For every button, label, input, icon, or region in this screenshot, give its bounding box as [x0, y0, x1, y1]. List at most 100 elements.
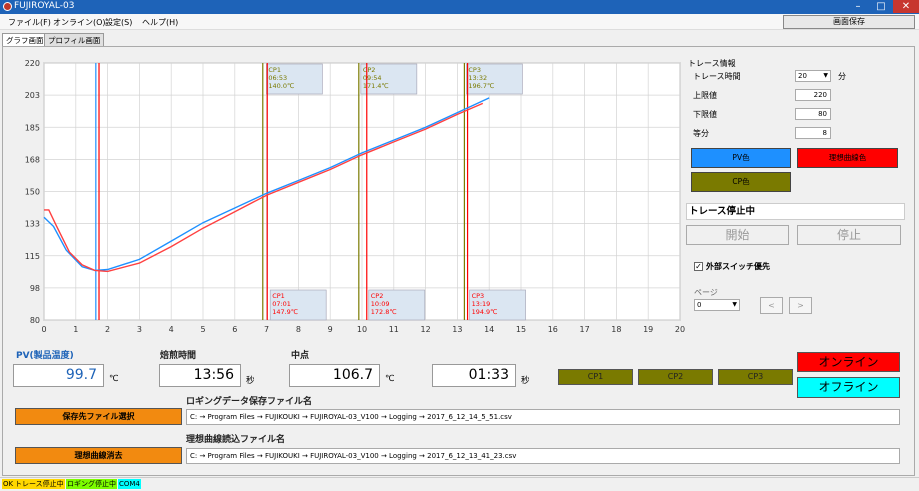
start-button[interactable]: 開始: [686, 225, 789, 245]
pv-value: 99.7: [13, 364, 104, 387]
prev-page-button[interactable]: <: [760, 297, 783, 314]
x-tick-label: 8: [296, 325, 301, 334]
ideal-curve-color-button[interactable]: 理想曲線色: [797, 148, 898, 168]
lower-limit-label: 下限値: [693, 110, 717, 119]
x-tick-label: 4: [169, 325, 174, 334]
upper-limit-label: 上限値: [693, 91, 717, 100]
cp-annotation-text: 07:01: [272, 300, 291, 308]
save-screen-button[interactable]: 画面保存: [783, 15, 915, 29]
x-tick-label: 15: [516, 325, 526, 334]
midpoint-unit: ℃: [385, 374, 395, 384]
menu-file[interactable]: ファイル(F): [8, 17, 51, 28]
trace-time-label: トレース時間: [693, 72, 741, 81]
divisions-input[interactable]: 8: [795, 127, 831, 139]
log-file-label: ロギングデータ保存ファイル名: [186, 397, 313, 407]
clear-ideal-curve-button[interactable]: 理想曲線消去: [15, 447, 182, 464]
ideal-file-path: C: → Program Files → FUJIKOUKI → FUJIROY…: [186, 448, 900, 464]
x-tick-label: 10: [357, 325, 367, 334]
trace-info-header: トレース情報: [688, 59, 736, 68]
x-tick-label: 16: [548, 325, 558, 334]
roast-time-value: 13:56: [159, 364, 241, 387]
trace-time-unit: 分: [838, 72, 846, 81]
y-tick-label: 220: [25, 59, 40, 68]
x-tick-label: 19: [643, 325, 653, 334]
cp-annotation-text: 147.9℃: [272, 308, 298, 316]
x-tick-label: 3: [137, 325, 142, 334]
y-tick-label: 150: [25, 188, 40, 197]
cp-annotation-text: 172.8℃: [371, 308, 397, 316]
page-value: 0: [697, 301, 702, 309]
menu-bar: [0, 14, 919, 30]
ext-switch-checkbox[interactable]: ✓: [694, 262, 703, 271]
stop-button[interactable]: 停止: [797, 225, 901, 245]
maximize-button[interactable]: □: [870, 0, 892, 13]
midpoint-time-value: 01:33: [432, 364, 516, 387]
close-button[interactable]: ✕: [893, 0, 919, 13]
cp-annotation-text: 194.9℃: [472, 308, 498, 316]
roast-time-label: 焙煎時間: [160, 351, 197, 361]
pv-color-button[interactable]: PV色: [691, 148, 791, 168]
upper-limit-input[interactable]: 220: [795, 89, 831, 101]
midpoint-time-unit: 秒: [521, 376, 530, 386]
x-tick-label: 6: [232, 325, 237, 334]
cp1-button[interactable]: CP1: [558, 369, 633, 385]
x-tick-label: 5: [200, 325, 205, 334]
menu-help[interactable]: ヘルプ(H): [142, 17, 178, 28]
pv-label: PV(製品温度): [16, 351, 74, 361]
offline-button[interactable]: オフライン: [797, 377, 900, 398]
log-file-path: C: → Program Files → FUJIKOUKI → FUJIROY…: [186, 409, 900, 425]
x-tick-label: 18: [611, 325, 621, 334]
menu-online[interactable]: オンライン(O): [53, 17, 106, 28]
status-ok: OK: [2, 479, 15, 489]
pv-unit: ℃: [109, 374, 119, 384]
online-button[interactable]: オンライン: [797, 352, 900, 372]
trace-status: トレース停止中: [686, 203, 905, 220]
y-tick-label: 185: [25, 123, 40, 132]
x-tick-label: 11: [389, 325, 399, 334]
roast-time-unit: 秒: [246, 376, 255, 386]
chevron-down-icon: ▼: [732, 301, 737, 308]
cp-annotation-text: 13:32: [468, 74, 487, 82]
cp-color-button[interactable]: CP色: [691, 172, 791, 192]
y-tick-label: 203: [25, 91, 40, 100]
cp-annotation-text: CP2: [363, 66, 376, 74]
title-bar: FUJIROYAL-03 – □ ✕: [0, 0, 919, 14]
y-tick-label: 98: [30, 284, 40, 293]
y-tick-label: 115: [25, 252, 40, 261]
tab-profile[interactable]: プロフィル画面: [44, 33, 105, 46]
cp3-button[interactable]: CP3: [718, 369, 793, 385]
x-tick-label: 13: [452, 325, 462, 334]
x-tick-label: 0: [41, 325, 46, 334]
x-tick-label: 2: [105, 325, 110, 334]
cp-annotation-text: 140.0℃: [268, 82, 294, 90]
cp-annotation-text: 10:09: [371, 300, 390, 308]
lower-limit-input[interactable]: 80: [795, 108, 831, 120]
cp-annotation-text: 13:19: [472, 300, 491, 308]
page-select[interactable]: 0 ▼: [694, 299, 740, 311]
y-tick-label: 168: [25, 155, 40, 164]
ext-switch-label: 外部スイッチ優先: [706, 262, 770, 271]
tab-graph[interactable]: グラフ画面: [2, 33, 48, 46]
temperature-chart: 0 1 2 3 4 5 6 7 8 9 10 11 12 13 14 15 16 17 18 19 2022020318…: [25, 59, 685, 334]
next-page-button[interactable]: >: [789, 297, 812, 314]
cp-annotation-text: CP2: [371, 292, 384, 300]
x-tick-label: 1: [73, 325, 78, 334]
cp-annotation-text: 09:54: [363, 74, 382, 82]
midpoint-label: 中点: [291, 351, 310, 361]
app-icon: [3, 2, 12, 11]
cp-annotation-text: 06:53: [268, 74, 287, 82]
x-tick-label: 12: [421, 325, 431, 334]
cp-annotation-text: 196.7℃: [468, 82, 494, 90]
menu-settings[interactable]: 設定(S): [105, 17, 132, 28]
minimize-button[interactable]: –: [847, 0, 869, 13]
x-tick-label: 17: [580, 325, 590, 334]
page-label: ページ: [694, 288, 718, 297]
cp-annotation-text: CP1: [272, 292, 285, 300]
status-trace: トレース停止中: [14, 479, 65, 489]
save-file-select-button[interactable]: 保存先ファイル選択: [15, 408, 182, 425]
trace-time-value: 20: [798, 72, 807, 80]
cp-annotation-text: CP1: [268, 66, 281, 74]
y-tick-label: 133: [25, 220, 40, 229]
trace-time-select[interactable]: 20 ▼: [795, 70, 831, 82]
cp2-button[interactable]: CP2: [638, 369, 713, 385]
